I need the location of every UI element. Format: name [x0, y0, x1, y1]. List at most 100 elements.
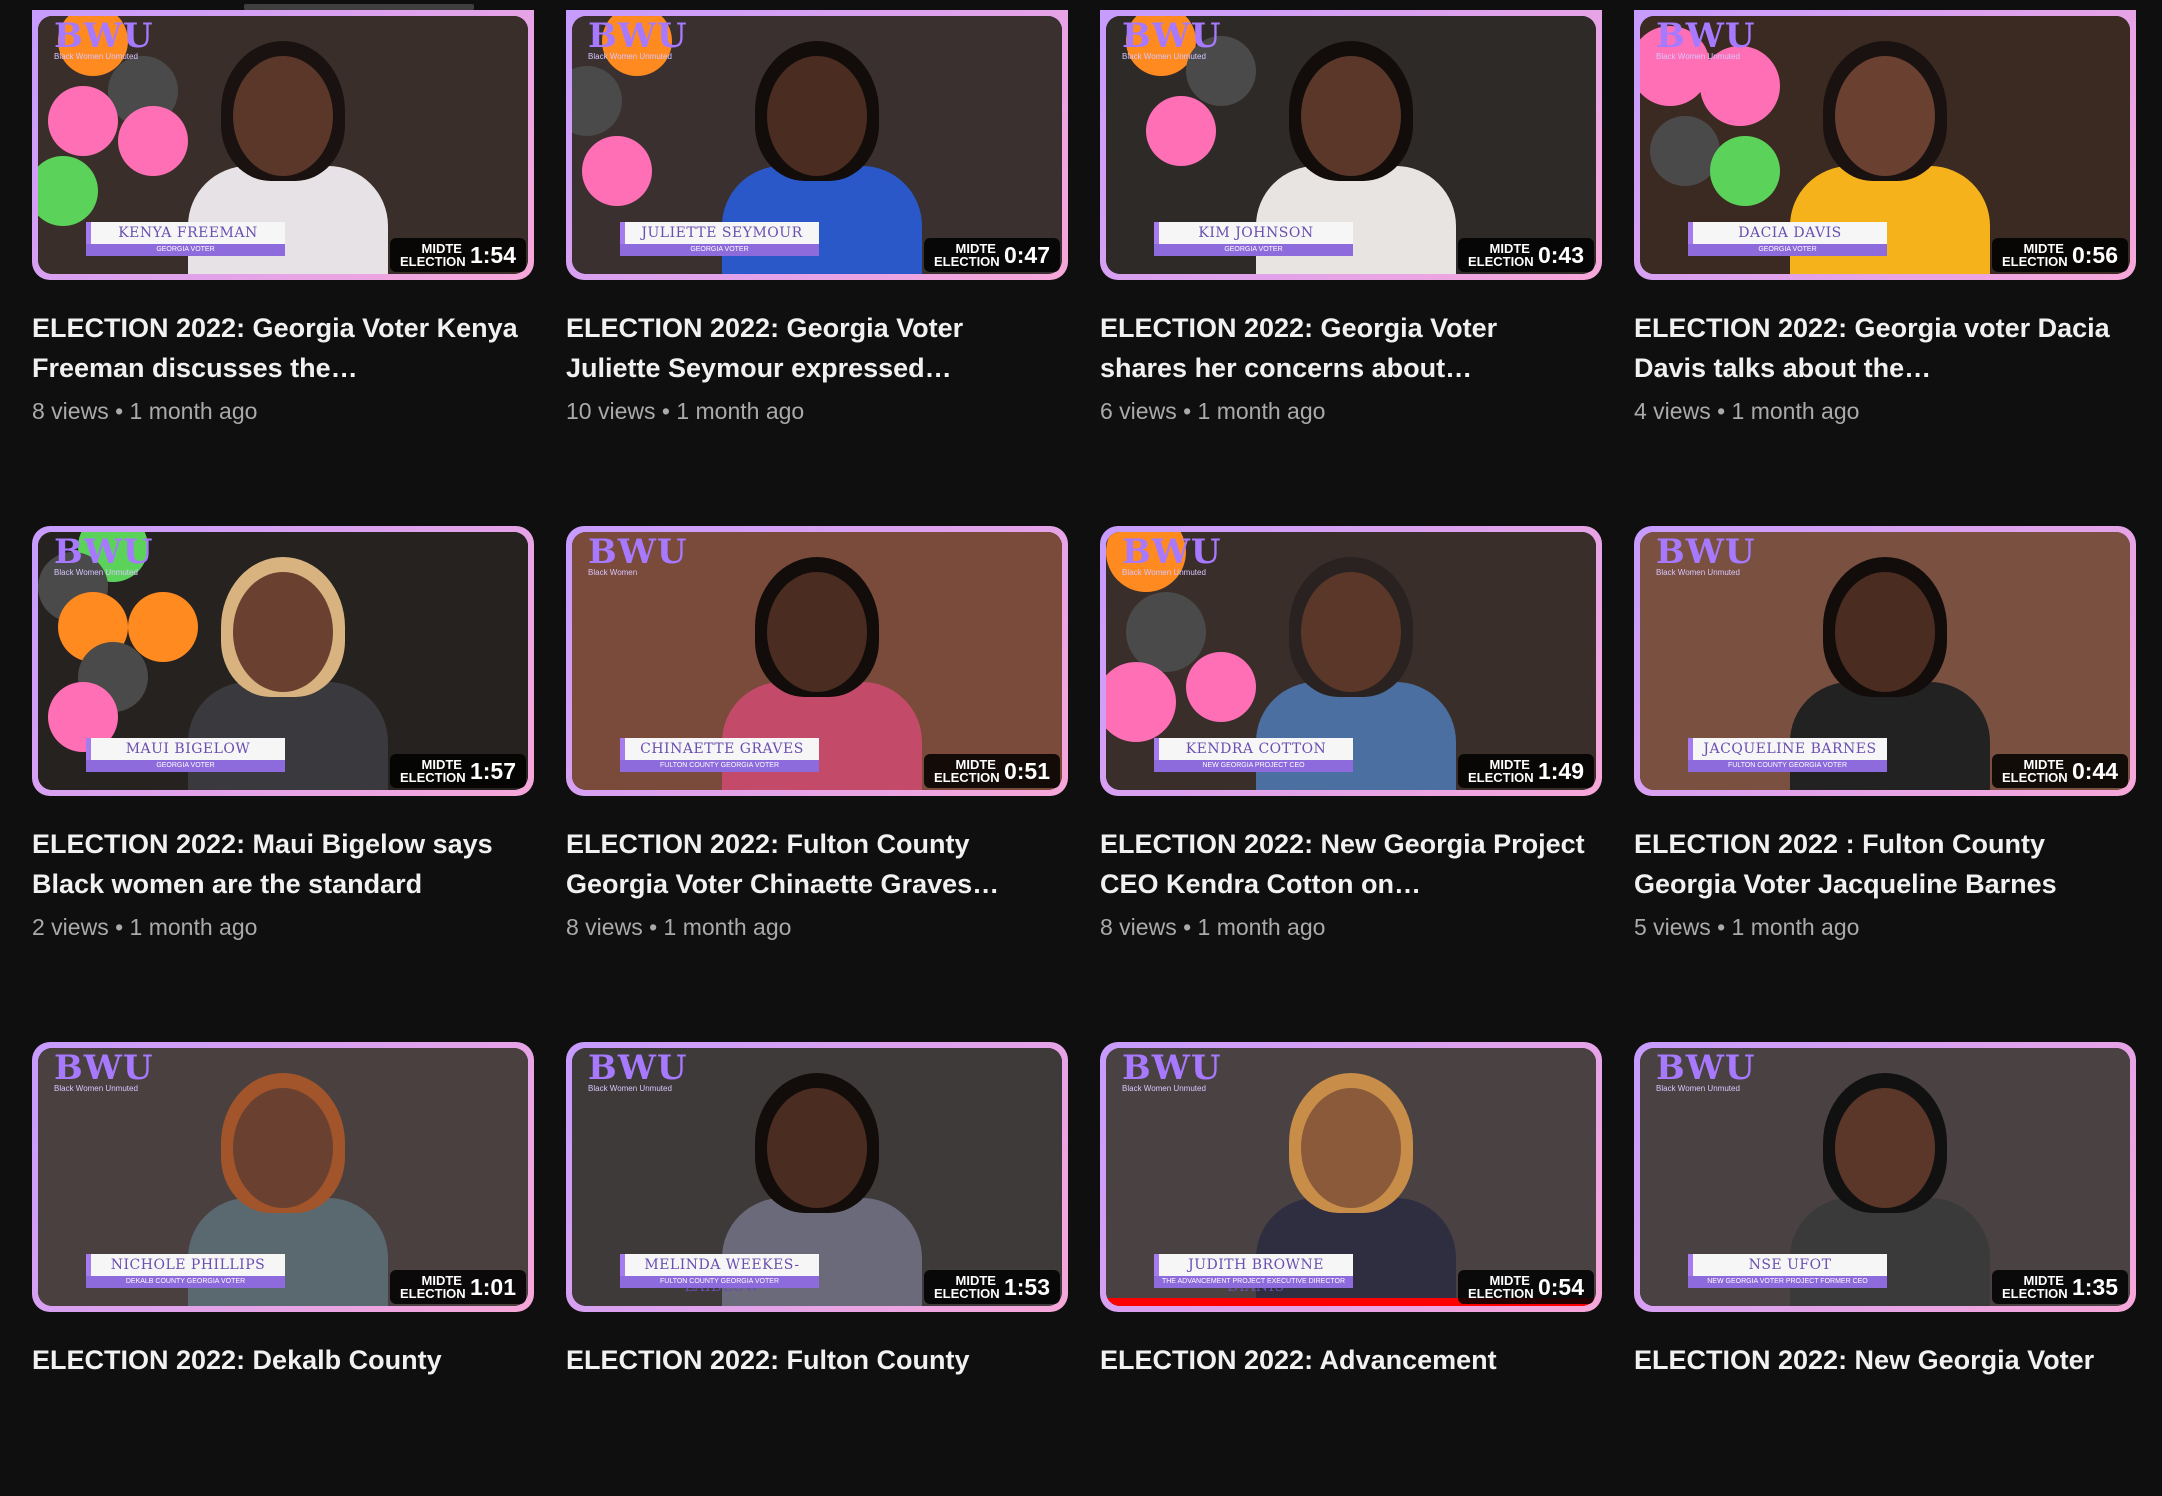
video-card[interactable]: BWU Black Women Unmuted Nichole Phillips…: [32, 1042, 534, 1496]
interviewee-figure: [722, 166, 922, 274]
video-card[interactable]: BWU Black Women Unmuted Maui Bigelow Geo…: [32, 526, 534, 980]
lower-third-name: Kendra Cotton: [1154, 738, 1353, 760]
video-metadata: 6 views • 1 month ago: [1100, 398, 1602, 425]
thumbnail-image: BWU Black Women Unmuted Dacia Davis Geor…: [1640, 16, 2130, 274]
lower-third-name: Nichole Phillips: [86, 1254, 285, 1276]
video-thumbnail[interactable]: BWU Black Women Unmuted Maui Bigelow Geo…: [32, 526, 534, 796]
interviewee-figure: [1256, 166, 1456, 274]
lower-third-name: Nse Ufot: [1688, 1254, 1887, 1276]
balloon-decoration: [1710, 136, 1780, 206]
video-thumbnail[interactable]: BWU Black Women Unmuted Judith Browne Di…: [1100, 1042, 1602, 1312]
view-count: 6 views: [1100, 398, 1177, 424]
video-title[interactable]: ELECTION 2022: Maui Bigelow says Black w…: [32, 824, 522, 904]
video-title[interactable]: ELECTION 2022: New Georgia Voter: [1634, 1340, 2124, 1420]
video-metadata: 2 views • 1 month ago: [32, 914, 534, 941]
video-thumbnail[interactable]: BWU Black Women Unmuted Kenya Freeman Ge…: [32, 10, 534, 280]
midterm-election-label: MIDTE ELECTION: [1467, 757, 1534, 785]
video-title[interactable]: ELECTION 2022: Advancement: [1100, 1340, 1590, 1420]
video-duration: 1:35: [2071, 1273, 2118, 1300]
video-card[interactable]: BWU Black Women Unmuted Kenya Freeman Ge…: [32, 10, 534, 464]
duration-badge: MIDTE ELECTION 1:49: [1457, 754, 1594, 788]
video-thumbnail[interactable]: BWU Black Women Unmuted Kendra Cotton Ne…: [1100, 526, 1602, 796]
balloon-decoration: [48, 86, 118, 156]
duration-badge: MIDTE ELECTION 1:35: [1991, 1270, 2128, 1304]
meta-separator: •: [1710, 398, 1732, 424]
video-thumbnail[interactable]: BWU Black Women Unmuted Jacqueline Barne…: [1634, 526, 2136, 796]
video-title[interactable]: ELECTION 2022: Fulton County Georgia Vot…: [566, 824, 1056, 904]
channel-logo-subtitle: Black Women Unmuted: [54, 568, 138, 577]
video-thumbnail[interactable]: BWU Black Women Unmuted Melinda Weekes-L…: [566, 1042, 1068, 1312]
video-card[interactable]: BWU Black Women Unmuted Jacqueline Barne…: [1634, 526, 2136, 980]
midterm-election-label: MIDTE ELECTION: [933, 241, 1000, 269]
thumbnail-image: BWU Black Women Unmuted Jacqueline Barne…: [1640, 532, 2130, 790]
video-card[interactable]: BWU Black Women Unmuted Nse Ufot New Geo…: [1634, 1042, 2136, 1496]
video-thumbnail[interactable]: BWU Black Women Chinaette Graves Fulton …: [566, 526, 1068, 796]
channel-logo: BWU: [1122, 532, 1222, 572]
video-title[interactable]: ELECTION 2022: Georgia Voter Juliette Se…: [566, 308, 1056, 388]
video-thumbnail[interactable]: BWU Black Women Unmuted Dacia Davis Geor…: [1634, 10, 2136, 280]
channel-logo-subtitle: Black Women Unmuted: [588, 52, 672, 61]
lower-third-name: Juliette Seymour: [620, 222, 819, 244]
lower-third-name: Judith Browne Dianis: [1154, 1254, 1353, 1295]
interviewee-figure: [1790, 682, 1990, 790]
video-metadata: 5 views • 1 month ago: [1634, 914, 2136, 941]
video-thumbnail[interactable]: BWU Black Women Unmuted Juliette Seymour…: [566, 10, 1068, 280]
interviewee-figure: [188, 1198, 388, 1306]
interviewee-face: [767, 56, 867, 176]
lower-third-subtitle: The Advancement Project Executive Direct…: [1154, 1276, 1353, 1288]
duration-badge: MIDTE ELECTION 1:54: [389, 238, 526, 272]
lower-third-subtitle: Fulton County Georgia Voter: [620, 1276, 819, 1288]
video-card[interactable]: BWU Black Women Unmuted Dacia Davis Geor…: [1634, 10, 2136, 464]
channel-logo: BWU: [1122, 1048, 1222, 1088]
midterm-election-label: MIDTE ELECTION: [933, 1273, 1000, 1301]
video-card[interactable]: BWU Black Women Unmuted Juliette Seymour…: [566, 10, 1068, 464]
interviewee-face: [767, 1088, 867, 1208]
lower-third-subtitle: Georgia Voter: [620, 244, 819, 256]
duration-badge: MIDTE ELECTION 0:44: [1991, 754, 2128, 788]
video-thumbnail[interactable]: BWU Black Women Unmuted Nichole Phillips…: [32, 1042, 534, 1312]
view-count: 8 views: [32, 398, 109, 424]
view-count: 4 views: [1634, 398, 1711, 424]
channel-logo-subtitle: Black Women Unmuted: [1122, 568, 1206, 577]
view-count: 8 views: [1100, 914, 1177, 940]
video-title[interactable]: ELECTION 2022: Dekalb County: [32, 1340, 522, 1420]
video-title[interactable]: ELECTION 2022: New Georgia Project CEO K…: [1100, 824, 1590, 904]
video-title[interactable]: ELECTION 2022 : Fulton County Georgia Vo…: [1634, 824, 2124, 904]
channel-logo: BWU: [54, 532, 154, 572]
video-title[interactable]: ELECTION 2022: Georgia Voter Kenya Freem…: [32, 308, 522, 388]
view-count: 2 views: [32, 914, 109, 940]
thumbnail-image: BWU Black Women Unmuted Kenya Freeman Ge…: [38, 16, 528, 274]
video-card[interactable]: BWU Black Women Unmuted Melinda Weekes-L…: [566, 1042, 1068, 1496]
video-card[interactable]: BWU Black Women Unmuted Kendra Cotton Ne…: [1100, 526, 1602, 980]
interviewee-figure: [1256, 682, 1456, 790]
midterm-election-label: MIDTE ELECTION: [2001, 1273, 2068, 1301]
balloon-decoration: [1186, 652, 1256, 722]
lower-third-name: Melinda Weekes-Laidlow: [620, 1254, 819, 1295]
video-duration: 0:43: [1537, 241, 1584, 268]
video-card[interactable]: BWU Black Women Unmuted Judith Browne Di…: [1100, 1042, 1602, 1496]
balloon-decoration: [128, 592, 198, 662]
video-card[interactable]: BWU Black Women Chinaette Graves Fulton …: [566, 526, 1068, 980]
channel-logo: BWU: [588, 532, 688, 572]
balloon-decoration: [1126, 592, 1206, 672]
top-bar: [0, 0, 2162, 10]
video-card[interactable]: BWU Black Women Unmuted Kim Johnson Geor…: [1100, 10, 1602, 464]
upload-age: 1 month ago: [1197, 914, 1326, 940]
meta-separator: •: [1176, 398, 1198, 424]
upload-age: 1 month ago: [1731, 398, 1860, 424]
video-duration: 1:49: [1537, 757, 1584, 784]
video-thumbnail[interactable]: BWU Black Women Unmuted Nse Ufot New Geo…: [1634, 1042, 2136, 1312]
video-title[interactable]: ELECTION 2022: Georgia Voter shares her …: [1100, 308, 1590, 388]
interviewee-figure: [188, 166, 388, 274]
video-thumbnail[interactable]: BWU Black Women Unmuted Kim Johnson Geor…: [1100, 10, 1602, 280]
video-title[interactable]: ELECTION 2022: Fulton County: [566, 1340, 1056, 1420]
upload-age: 1 month ago: [1731, 914, 1860, 940]
video-title[interactable]: ELECTION 2022: Georgia voter Dacia Davis…: [1634, 308, 2124, 388]
interviewee-figure: [1256, 1198, 1456, 1306]
lower-third-subtitle: Fulton County Georgia Voter: [1688, 760, 1887, 772]
thumbnail-image: BWU Black Women Unmuted Melinda Weekes-L…: [572, 1048, 1062, 1306]
interviewee-face: [233, 56, 333, 176]
duration-badge: MIDTE ELECTION 0:47: [923, 238, 1060, 272]
meta-separator: •: [1176, 914, 1198, 940]
channel-logo: BWU: [1656, 16, 1756, 56]
